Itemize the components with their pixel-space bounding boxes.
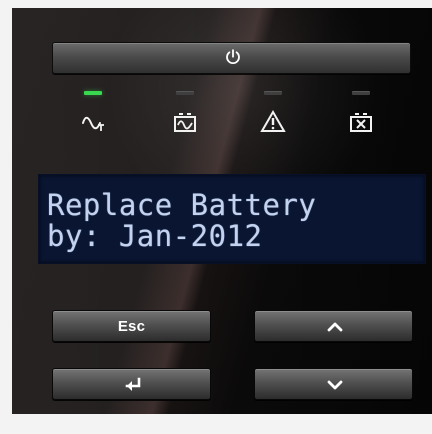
- down-button[interactable]: [254, 368, 413, 400]
- power-button[interactable]: [52, 42, 411, 74]
- battery-fault-led: [352, 91, 370, 95]
- chevron-up-icon: [327, 322, 343, 332]
- warning-indicator: [260, 91, 286, 139]
- ac-wave-icon: [82, 116, 104, 131]
- up-button[interactable]: [254, 310, 413, 342]
- warning-icon: [260, 110, 286, 132]
- esc-label: Esc: [117, 318, 146, 335]
- ups-control-panel: Replace Battery by: Jan-2012 Esc: [12, 8, 432, 414]
- enter-button[interactable]: [52, 368, 211, 400]
- power-icon: [226, 49, 240, 64]
- ac-power-indicator: [80, 91, 106, 139]
- lcd-display: Replace Battery by: Jan-2012: [38, 174, 426, 264]
- screenshot-frame: Replace Battery by: Jan-2012 Esc: [0, 0, 432, 434]
- esc-button[interactable]: Esc: [52, 310, 211, 342]
- ac-power-led: [84, 91, 102, 95]
- battery-indicator: [172, 91, 198, 139]
- enter-arrow-icon: [125, 377, 141, 391]
- battery-status-icon: [174, 113, 196, 132]
- battery-fault-indicator: [348, 91, 374, 139]
- warning-led: [264, 91, 282, 95]
- battery-fault-icon: [350, 113, 372, 132]
- lcd-message-line-2: by: Jan-2012: [47, 219, 263, 253]
- lcd-message-line-1: Replace Battery: [47, 188, 317, 222]
- battery-led: [176, 91, 194, 95]
- chevron-down-icon: [327, 380, 343, 390]
